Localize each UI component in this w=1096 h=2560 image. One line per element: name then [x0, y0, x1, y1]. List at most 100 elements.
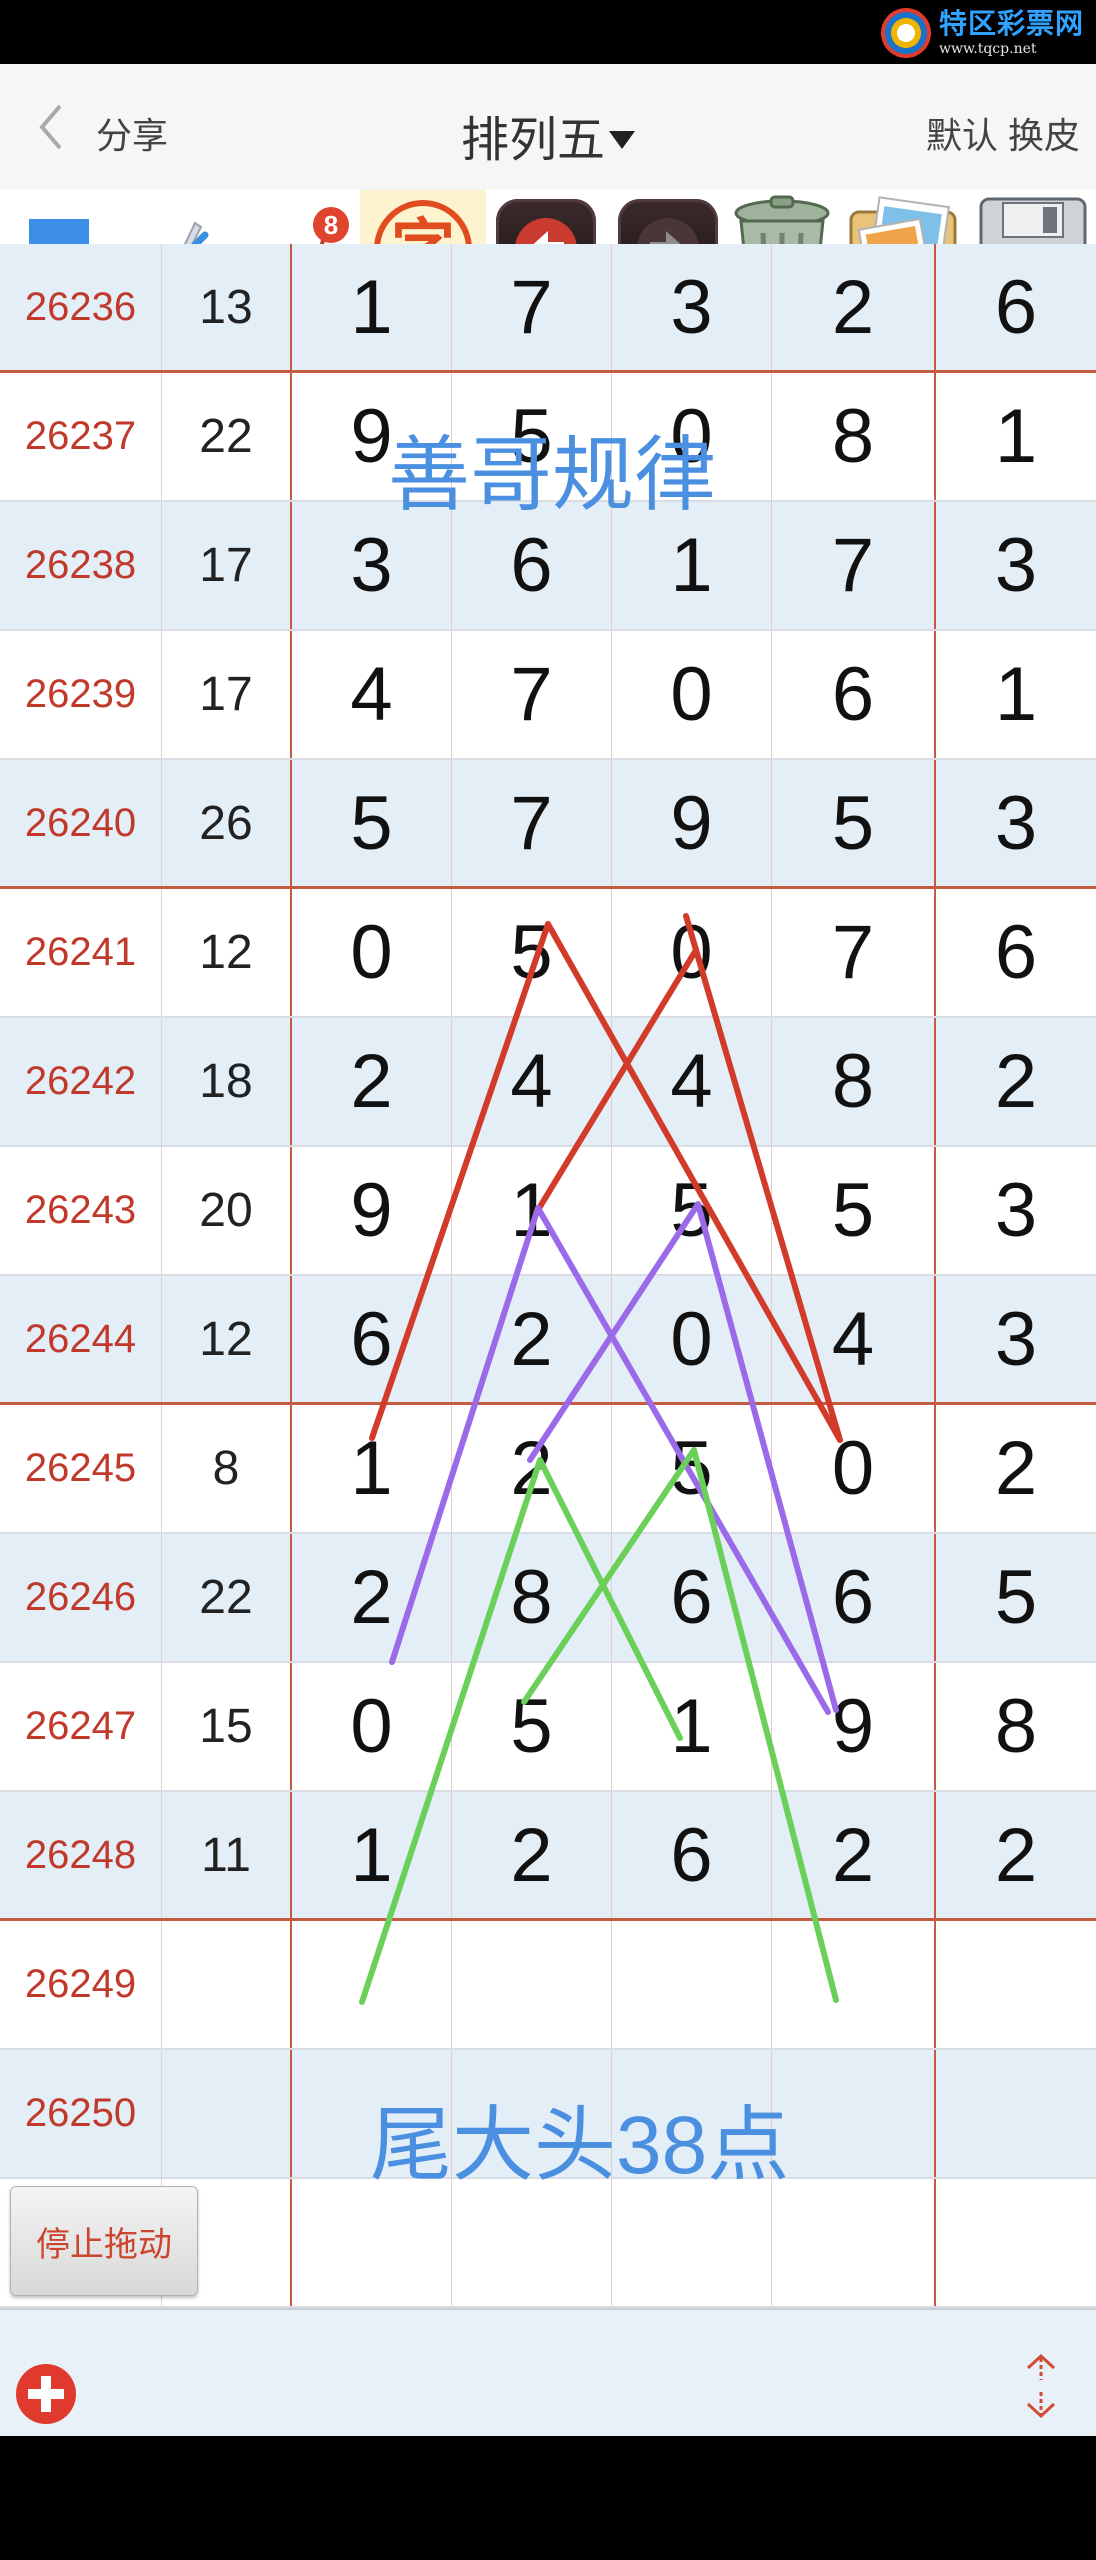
- digit-cell[interactable]: 1: [292, 244, 452, 370]
- add-icon[interactable]: [14, 2362, 78, 2426]
- digit-cell[interactable]: [936, 2050, 1096, 2177]
- digit-cell[interactable]: 7: [772, 502, 936, 629]
- digit-cell[interactable]: [452, 1921, 612, 2048]
- digit-cell[interactable]: [612, 1921, 772, 2048]
- digit-cell[interactable]: 4: [772, 1276, 936, 1402]
- digit-cell[interactable]: 9: [772, 1663, 936, 1790]
- table-row[interactable]: 26246 22 2 8 6 6 5: [0, 1534, 1096, 1663]
- digit-cell[interactable]: 5: [452, 373, 612, 500]
- digit-cell[interactable]: 5: [936, 1534, 1096, 1661]
- digit-cell[interactable]: 1: [612, 1663, 772, 1790]
- digit-cell[interactable]: [452, 2179, 612, 2306]
- digit-cell[interactable]: 4: [452, 1018, 612, 1145]
- digit-cell[interactable]: 6: [772, 1534, 936, 1661]
- digit-cell[interactable]: 5: [772, 760, 936, 886]
- digit-cell[interactable]: 0: [292, 889, 452, 1016]
- table-row[interactable]: 26242 18 2 4 4 8 2: [0, 1018, 1096, 1147]
- table-row[interactable]: 26247 15 0 5 1 9 8: [0, 1663, 1096, 1792]
- digit-cell[interactable]: 2: [772, 1792, 936, 1918]
- digit-cell[interactable]: [772, 1921, 936, 2048]
- digit-cell[interactable]: [612, 2179, 772, 2306]
- digit-cell[interactable]: 7: [772, 889, 936, 1016]
- digit-cell[interactable]: [936, 2179, 1096, 2306]
- digit-cell[interactable]: 7: [452, 760, 612, 886]
- digit-cell[interactable]: 3: [936, 1147, 1096, 1274]
- digit-cell[interactable]: 6: [292, 1276, 452, 1402]
- digit-cell[interactable]: 5: [452, 1663, 612, 1790]
- digit-cell[interactable]: 2: [292, 1534, 452, 1661]
- table-row[interactable]: 26250: [0, 2050, 1096, 2179]
- digit-cell[interactable]: 9: [612, 760, 772, 886]
- digit-cell[interactable]: 8: [936, 1663, 1096, 1790]
- digit-cell[interactable]: 7: [452, 244, 612, 370]
- digit-cell[interactable]: 5: [612, 1147, 772, 1274]
- digit-cell[interactable]: 1: [936, 631, 1096, 758]
- digit-cell[interactable]: [452, 2050, 612, 2177]
- digit-cell[interactable]: 3: [936, 1276, 1096, 1402]
- digit-cell[interactable]: 6: [612, 1534, 772, 1661]
- digit-cell[interactable]: 1: [936, 373, 1096, 500]
- digit-cell[interactable]: 0: [612, 889, 772, 1016]
- digit-cell[interactable]: 8: [452, 1534, 612, 1661]
- table-row[interactable]: 26237 22 9 5 0 8 1: [0, 373, 1096, 502]
- digit-cell[interactable]: 6: [452, 502, 612, 629]
- digit-cell[interactable]: 2: [772, 244, 936, 370]
- table-row[interactable]: 26236 13 1 7 3 2 6: [0, 244, 1096, 373]
- digit-cell[interactable]: [292, 2050, 452, 2177]
- digit-cell[interactable]: 1: [292, 1405, 452, 1532]
- digit-cell[interactable]: 2: [936, 1792, 1096, 1918]
- digit-cell[interactable]: 9: [292, 373, 452, 500]
- digit-cell[interactable]: 5: [772, 1147, 936, 1274]
- digit-cell[interactable]: 0: [612, 373, 772, 500]
- table-row[interactable]: 26241 12 0 5 0 7 6: [0, 889, 1096, 1018]
- digit-cell[interactable]: 2: [452, 1276, 612, 1402]
- digit-cell[interactable]: 2: [452, 1792, 612, 1918]
- digit-cell[interactable]: 0: [772, 1405, 936, 1532]
- digit-cell[interactable]: [292, 1921, 452, 2048]
- change-skin-button[interactable]: 换皮: [1008, 115, 1080, 156]
- digit-cell[interactable]: 7: [452, 631, 612, 758]
- default-button[interactable]: 默认: [926, 115, 998, 156]
- digit-cell[interactable]: 1: [452, 1147, 612, 1274]
- digit-cell[interactable]: 3: [936, 760, 1096, 886]
- digit-cell[interactable]: 3: [292, 502, 452, 629]
- digit-cell[interactable]: 0: [612, 631, 772, 758]
- digit-cell[interactable]: 2: [292, 1018, 452, 1145]
- digit-cell[interactable]: 8: [772, 1018, 936, 1145]
- digit-cell[interactable]: 3: [612, 244, 772, 370]
- table-row[interactable]: 26240 26 5 7 9 5 3: [0, 760, 1096, 889]
- scroll-expand-icon[interactable]: [1018, 2350, 1064, 2422]
- table-row[interactable]: 26249: [0, 1921, 1096, 2050]
- table-row[interactable]: 26245 8 1 2 5 0 2: [0, 1405, 1096, 1534]
- digit-cell[interactable]: 4: [292, 631, 452, 758]
- digit-cell[interactable]: [936, 1921, 1096, 2048]
- table-row[interactable]: 26248 11 1 2 6 2 2: [0, 1792, 1096, 1921]
- digit-cell[interactable]: [772, 2050, 936, 2177]
- lottery-trend-grid[interactable]: 26236 13 1 7 3 2 6 26237 22 9 5 0 8 1 26238 17 3 6 1 7 3 2623…: [0, 244, 1096, 2308]
- digit-cell[interactable]: 6: [772, 631, 936, 758]
- digit-cell[interactable]: 9: [292, 1147, 452, 1274]
- digit-cell[interactable]: 2: [936, 1018, 1096, 1145]
- digit-cell[interactable]: 1: [292, 1792, 452, 1918]
- digit-cell[interactable]: [292, 2179, 452, 2306]
- digit-cell[interactable]: [772, 2179, 936, 2306]
- digit-cell[interactable]: 6: [612, 1792, 772, 1918]
- digit-cell[interactable]: [612, 2050, 772, 2177]
- digit-cell[interactable]: 5: [612, 1405, 772, 1532]
- digit-cell[interactable]: 5: [292, 760, 452, 886]
- table-row[interactable]: 26244 12 6 2 0 4 3: [0, 1276, 1096, 1405]
- digit-cell[interactable]: 2: [452, 1405, 612, 1532]
- digit-cell[interactable]: 5: [452, 889, 612, 1016]
- table-row[interactable]: 26238 17 3 6 1 7 3: [0, 502, 1096, 631]
- stop-drag-button[interactable]: 停止拖动: [10, 2186, 198, 2296]
- digit-cell[interactable]: 2: [936, 1405, 1096, 1532]
- digit-cell[interactable]: 3: [936, 502, 1096, 629]
- table-row[interactable]: 26239 17 4 7 0 6 1: [0, 631, 1096, 760]
- digit-cell[interactable]: 0: [612, 1276, 772, 1402]
- digit-cell[interactable]: 6: [936, 889, 1096, 1016]
- table-row[interactable]: 26243 20 9 1 5 5 3: [0, 1147, 1096, 1276]
- digit-cell[interactable]: 0: [292, 1663, 452, 1790]
- digit-cell[interactable]: 8: [772, 373, 936, 500]
- digit-cell[interactable]: 4: [612, 1018, 772, 1145]
- digit-cell[interactable]: 1: [612, 502, 772, 629]
